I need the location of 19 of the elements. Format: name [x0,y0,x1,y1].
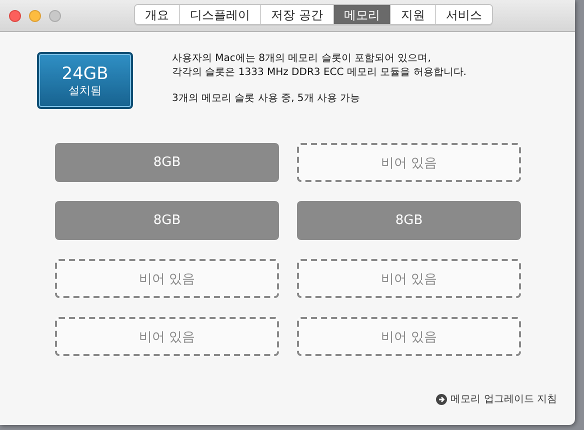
memory-module: 8GB [297,201,521,240]
memory-size: 24GB [62,64,108,84]
empty-slot: 비어 있음 [55,317,279,356]
zoom-button[interactable] [49,10,61,22]
tab[interactable]: 메모리 [332,5,390,24]
empty-slot: 비어 있음 [297,259,521,298]
minimize-button[interactable] [29,10,41,22]
empty-slot: 비어 있음 [297,143,521,182]
upgrade-link[interactable]: 메모리 업그레이드 지침 [436,392,557,406]
empty-slot: 비어 있음 [55,259,279,298]
memory-module: 8GB [55,143,279,182]
arrow-circle-icon [436,394,447,404]
memory-module: 8GB [55,201,279,240]
memory-caption: 설치됨 [68,84,102,98]
description-text: 사용자의 Mac에는 8개의 메모리 슬롯이 포함되어 있으며, 각각의 슬롯은 1333 MHz DDR3 ECC 메모리 모듈을 허용합니다. [172,52,466,80]
description-text: 3개의 메모리 슬롯 사용 중, 5개 사용 가능 [172,92,362,106]
close-button[interactable] [9,10,21,22]
empty-slot: 비어 있음 [297,317,521,356]
tab[interactable]: 서비스 [434,5,492,24]
